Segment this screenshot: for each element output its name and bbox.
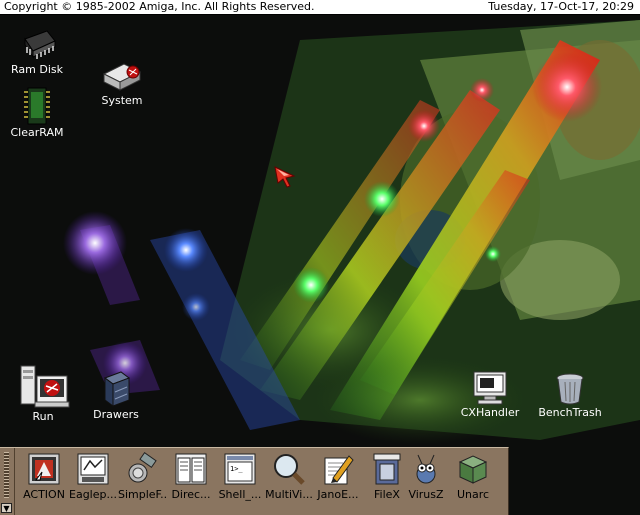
dock-item-label: Unarc (456, 489, 490, 501)
dock-item-label: ACTION (23, 489, 65, 501)
dock-item-label: SimpleF... (118, 489, 166, 501)
dock-item-simplefind[interactable]: SimpleF... (118, 452, 166, 501)
clearram-chip-icon (24, 87, 50, 125)
desktop-icon-clearram[interactable]: ClearRAM (1, 86, 73, 139)
dock-item-label: Shell_... (218, 489, 262, 501)
dock-item-action[interactable]: ACTION (20, 452, 68, 501)
filex-icon (373, 453, 401, 485)
svg-text:1>_: 1>_ (230, 465, 243, 473)
simplefind-icon (128, 452, 157, 483)
unarc-cube-icon (458, 455, 488, 484)
desktop-icon-ram-disk[interactable]: Ram Disk (1, 27, 73, 76)
desktop-icon-run[interactable]: Run (7, 362, 79, 423)
eagleplayer-icon (77, 453, 109, 485)
desktop-icon-label: CXHandler (460, 406, 520, 419)
directory-opus-icon (175, 453, 207, 485)
desktop-icon-benchtrash[interactable]: BenchTrash (534, 370, 606, 419)
mouse-pointer-icon (274, 166, 296, 188)
ram-chip-icon (24, 30, 56, 59)
dock-item-directory-opus[interactable]: Direc... (167, 452, 215, 501)
dock-item-unarc[interactable]: Unarc (449, 452, 497, 501)
desktop-icon-label: Ram Disk (11, 63, 63, 76)
dock-drag-handle[interactable]: ▼ (0, 448, 15, 515)
screen-title-bar[interactable]: Copyright © 1985-2002 Amiga, Inc. All Ri… (0, 0, 640, 15)
system-drive-icon (102, 63, 142, 91)
trash-can-icon (556, 373, 584, 405)
janoeditor-pencil-icon (324, 455, 354, 485)
multiview-magnifier-icon (274, 454, 305, 485)
desktop-icon-label: Run (32, 410, 54, 423)
dock-item-multiview[interactable]: MultiVi... (265, 452, 313, 501)
dock-item-label: Direc... (171, 489, 211, 501)
drawers-cabinet-icon (103, 371, 131, 407)
cxhandler-monitor-icon (473, 371, 507, 405)
copyright-text: Copyright © 1985-2002 Amiga, Inc. All Ri… (4, 0, 315, 13)
desktop-icon-label: ClearRAM (10, 126, 64, 139)
desktop-icon-drawers[interactable]: Drawers (80, 370, 152, 421)
virusz-bug-icon (416, 454, 436, 484)
run-computer-icon (20, 365, 70, 408)
dock-item-label: VirusZ (408, 489, 444, 501)
desktop-icon-label: System (101, 94, 143, 107)
dock-collapse-arrow-icon[interactable]: ▼ (1, 503, 12, 513)
desktop-icon-label: BenchTrash (538, 406, 602, 419)
dock-item-label: JanoE... (317, 489, 359, 501)
desktop-icon-label: Drawers (93, 408, 139, 421)
app-dock[interactable]: ▼ ACTION Eaglep... SimpleF... Direc... 1… (0, 447, 509, 515)
dock-item-shell[interactable]: 1>_ Shell_... (216, 452, 264, 501)
clock-text: Tuesday, 17-Oct-17, 20:29 (488, 0, 634, 13)
desktop-icon-system[interactable]: System (86, 58, 158, 107)
shell-icon: 1>_ (224, 453, 256, 485)
dock-item-janoeditor[interactable]: JanoE... (314, 452, 362, 501)
dock-item-eagleplayer[interactable]: Eaglep... (69, 452, 117, 501)
dock-item-virusz[interactable]: VirusZ (402, 452, 450, 501)
dock-item-label: Eaglep... (69, 489, 117, 501)
desktop-icon-cxhandler[interactable]: CXHandler (454, 370, 526, 419)
dock-item-label: MultiVi... (265, 489, 313, 501)
dock-grip (4, 452, 9, 498)
action-icon (28, 453, 60, 485)
